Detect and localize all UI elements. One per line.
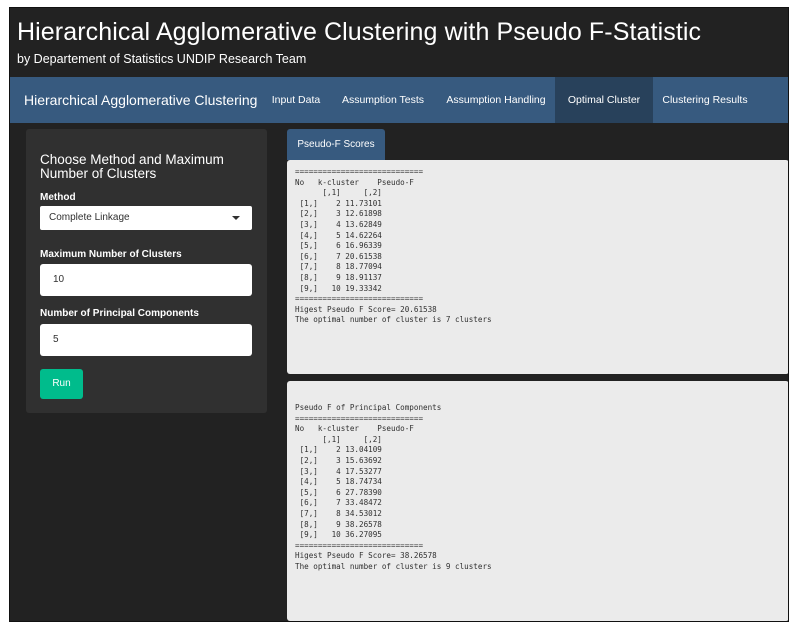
sidebar-panel: Choose Method and Maximum Number of Clus… bbox=[26, 129, 267, 413]
max-clusters-label: Maximum Number of Clusters bbox=[40, 249, 182, 260]
method-select[interactable]: Complete Linkage bbox=[40, 206, 252, 230]
app-subtitle: by Departement of Statistics UNDIP Resea… bbox=[17, 52, 307, 66]
sidebar-heading: Choose Method and Maximum Number of Clus… bbox=[40, 152, 224, 181]
app-header: Hierarchical Agglomerative Clustering wi… bbox=[10, 8, 788, 73]
tab-optimal-cluster[interactable]: Optimal Cluster bbox=[555, 77, 653, 123]
method-label: Method bbox=[40, 192, 76, 203]
tab-input-data[interactable]: Input Data bbox=[266, 77, 326, 123]
chevron-down-icon bbox=[232, 216, 240, 220]
pseudo-f-output-text: ============================ No k-cluste… bbox=[295, 167, 492, 325]
pseudo-f-pc-output-text: Pseudo F of Principal Components =======… bbox=[295, 403, 492, 571]
run-button[interactable]: Run bbox=[40, 369, 83, 399]
principal-components-label: Number of Principal Components bbox=[40, 308, 199, 319]
app-title: Hierarchical Agglomerative Clustering wi… bbox=[17, 18, 702, 46]
navbar-brand[interactable]: Hierarchical Agglomerative Clustering bbox=[24, 77, 257, 123]
pseudo-f-output: ============================ No k-cluste… bbox=[287, 160, 788, 374]
method-select-value: Complete Linkage bbox=[49, 212, 130, 223]
tab-clustering-results[interactable]: Clustering Results bbox=[655, 77, 755, 123]
pseudo-f-pc-output: Pseudo F of Principal Components =======… bbox=[287, 381, 788, 621]
principal-components-input[interactable]: 5 bbox=[40, 324, 252, 356]
tab-pseudo-f-scores[interactable]: Pseudo-F Scores bbox=[287, 129, 385, 160]
tab-assumption-tests[interactable]: Assumption Tests bbox=[335, 77, 431, 123]
navbar: Hierarchical Agglomerative Clustering In… bbox=[10, 77, 788, 123]
app-window: Hierarchical Agglomerative Clustering wi… bbox=[9, 7, 789, 622]
tab-assumption-handling[interactable]: Assumption Handling bbox=[438, 77, 554, 123]
max-clusters-input[interactable]: 10 bbox=[40, 264, 252, 296]
